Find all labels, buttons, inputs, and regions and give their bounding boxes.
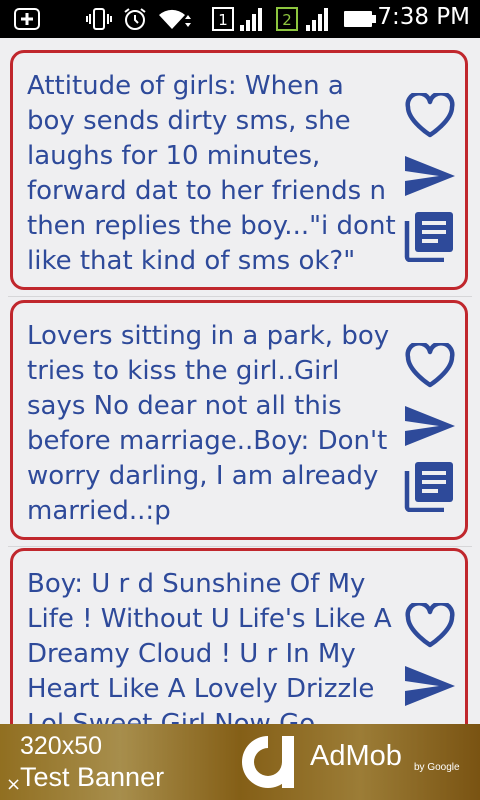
send-icon[interactable] (401, 659, 459, 713)
divider (8, 296, 472, 297)
sim2-icon: 2 (276, 6, 298, 32)
ad-size-label: 320x50 (20, 732, 103, 760)
add-notification-icon (14, 6, 40, 32)
message-card: Lovers sitting in a park, boy tries to k… (10, 300, 468, 540)
message-list[interactable]: Attitude of girls: When a boy sends dirt… (0, 38, 480, 724)
status-time: 7:38 PM (377, 4, 470, 30)
message-text: Lovers sitting in a park, boy tries to k… (27, 321, 390, 526)
admob-logo-icon (238, 732, 300, 796)
send-icon[interactable] (401, 399, 459, 453)
signal1-icon (240, 6, 266, 32)
ad-by-google: by Google (414, 762, 460, 773)
favorite-icon[interactable] (401, 599, 459, 653)
ad-brand: AdMob (310, 740, 402, 772)
favorite-icon[interactable] (401, 89, 459, 143)
wifi-icon (158, 6, 192, 32)
ad-test-label: Test Banner (20, 762, 165, 792)
message-card: Boy: U r d Sunshine Of My Life ! Without… (10, 548, 468, 724)
signal2-icon (306, 6, 332, 32)
svg-text:2: 2 (282, 11, 292, 29)
vibrate-icon (86, 6, 112, 32)
divider (8, 546, 472, 547)
message-card: Attitude of girls: When a boy sends dirt… (10, 50, 468, 290)
copy-icon[interactable] (401, 209, 459, 263)
alarm-icon (122, 6, 148, 32)
ad-banner[interactable]: 320x50 Test Banner × AdMob by Google (0, 724, 480, 800)
battery-icon (344, 6, 378, 32)
message-text: Attitude of girls: When a boy sends dirt… (27, 71, 396, 276)
ad-close-button[interactable]: × (6, 774, 21, 795)
svg-text:1: 1 (218, 11, 228, 29)
status-bar: 1 2 7:38 PM (0, 0, 480, 38)
sim1-icon: 1 (212, 6, 234, 32)
send-icon[interactable] (401, 149, 459, 203)
favorite-icon[interactable] (401, 339, 459, 393)
message-text: Boy: U r d Sunshine Of My Life ! Without… (27, 569, 392, 724)
copy-icon[interactable] (401, 459, 459, 513)
